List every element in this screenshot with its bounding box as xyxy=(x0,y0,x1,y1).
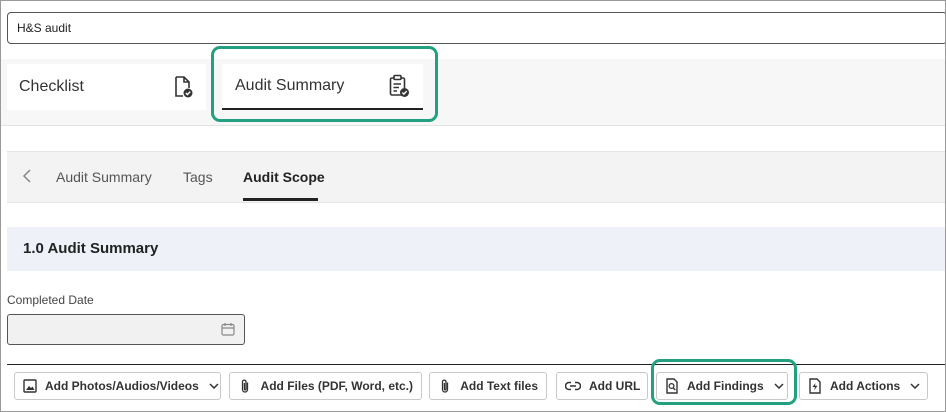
image-icon xyxy=(23,378,37,394)
add-findings-button[interactable]: Add Findings xyxy=(656,372,788,400)
add-actions-button[interactable]: Add Actions xyxy=(799,372,928,400)
completed-date-input[interactable] xyxy=(7,314,245,345)
add-photos-label: Add Photos/Audios/Videos xyxy=(45,379,199,393)
audit-form-panel: H&S audit Checklist Audit Summary Audit … xyxy=(0,0,946,412)
active-subtab-indicator xyxy=(243,198,318,201)
paperclip-icon xyxy=(238,378,253,394)
add-photos-button[interactable]: Add Photos/Audios/Videos xyxy=(14,372,221,400)
findings-icon xyxy=(665,378,679,394)
add-actions-label: Add Actions xyxy=(830,379,901,393)
paperclip-icon xyxy=(438,378,452,394)
main-tabs-bar: Checklist Audit Summary xyxy=(1,59,945,126)
calendar-icon[interactable] xyxy=(221,322,235,336)
tab-checklist-label: Checklist xyxy=(19,78,84,95)
chevron-left-icon[interactable] xyxy=(19,166,35,186)
chevron-down-icon xyxy=(774,380,784,392)
add-url-label: Add URL xyxy=(589,379,641,393)
add-files-button[interactable]: Add Files (PDF, Word, etc.) xyxy=(229,372,422,400)
chevron-down-icon xyxy=(910,380,920,392)
tab-audit-summary-label: Audit Summary xyxy=(235,77,345,94)
tab-audit-summary[interactable]: Audit Summary xyxy=(222,64,423,110)
subtab-audit-scope[interactable]: Audit Scope xyxy=(243,152,325,200)
subtab-audit-summary[interactable]: Audit Summary xyxy=(56,152,152,200)
subtab-tags[interactable]: Tags xyxy=(183,152,213,200)
link-icon xyxy=(565,378,581,394)
tab-checklist[interactable]: Checklist xyxy=(7,64,206,110)
sub-tabs-bar: Audit Summary Tags Audit Scope xyxy=(7,151,945,203)
add-text-files-label: Add Text files xyxy=(460,379,538,393)
add-url-button[interactable]: Add URL xyxy=(556,372,648,400)
completed-date-label: Completed Date xyxy=(7,293,94,307)
section-title: 1.0 Audit Summary xyxy=(7,227,945,271)
chevron-down-icon xyxy=(209,380,219,392)
add-findings-label: Add Findings xyxy=(687,379,764,393)
add-files-label: Add Files (PDF, Word, etc.) xyxy=(260,379,413,393)
actions-icon xyxy=(808,378,822,394)
document-check-icon xyxy=(172,75,194,99)
attachments-toolbar: Add Photos/Audios/Videos Add Files (PDF,… xyxy=(7,364,945,411)
audit-title-input[interactable]: H&S audit xyxy=(7,12,945,44)
add-text-files-button[interactable]: Add Text files xyxy=(429,372,547,400)
clipboard-check-icon xyxy=(388,74,410,98)
